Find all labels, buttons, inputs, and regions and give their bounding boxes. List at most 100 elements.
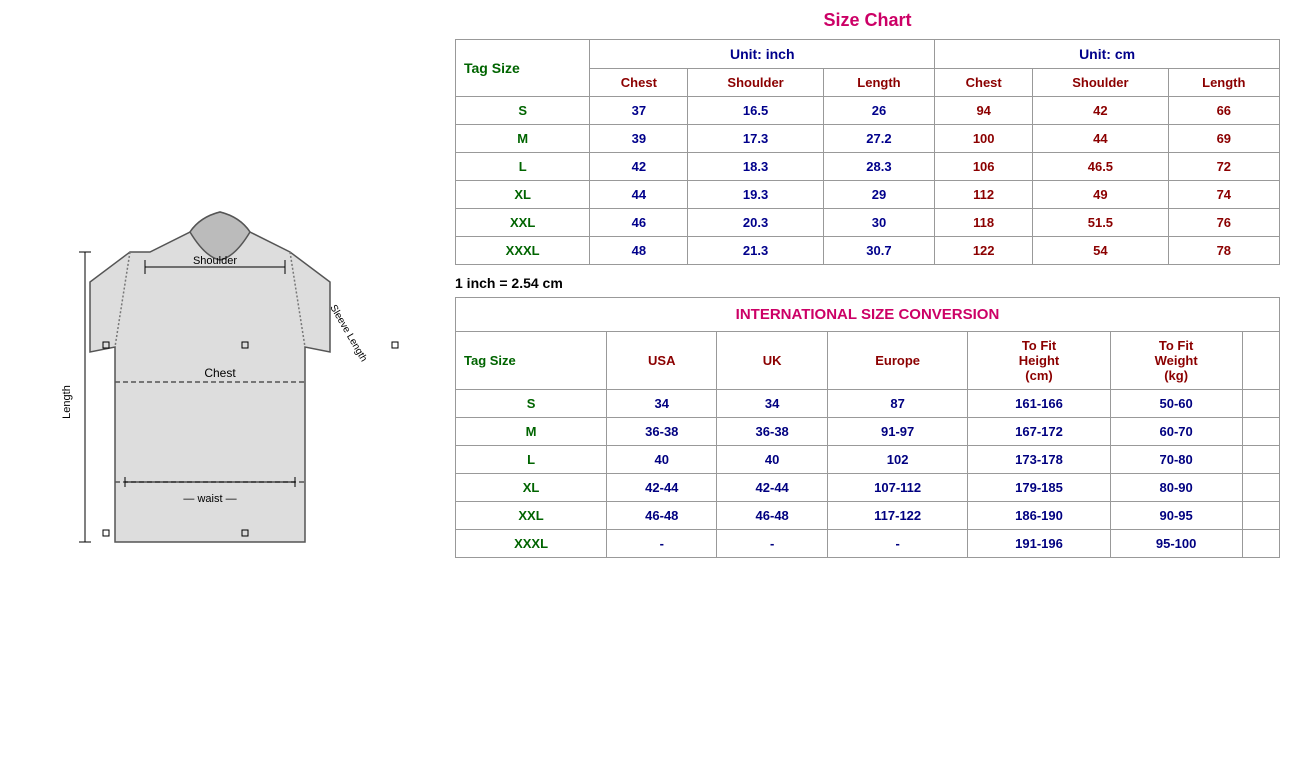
conv-uk-header: UK bbox=[717, 332, 827, 390]
conversion-row: XL 42-44 42-44 107-112 179-185 80-90 bbox=[456, 474, 1280, 502]
conv-height-cell: 191-196 bbox=[968, 530, 1110, 558]
shoulder-label: Shoulder bbox=[193, 255, 237, 267]
inch-length-cell: 30.7 bbox=[823, 237, 934, 265]
inch-shoulder-cell: 19.3 bbox=[688, 181, 823, 209]
inch-length-header: Length bbox=[823, 69, 934, 97]
size-chart-row: XXXL 48 21.3 30.7 122 54 78 bbox=[456, 237, 1280, 265]
conversion-row: S 34 34 87 161-166 50-60 bbox=[456, 390, 1280, 418]
conv-weight-cell: 70-80 bbox=[1110, 446, 1242, 474]
conv-europe-cell: 102 bbox=[827, 446, 968, 474]
conv-uk-cell: 36-38 bbox=[717, 418, 827, 446]
conv-weight-header: To FitWeight(kg) bbox=[1110, 332, 1242, 390]
cm-length-cell: 72 bbox=[1168, 153, 1279, 181]
conv-height-cell: 173-178 bbox=[968, 446, 1110, 474]
tag-size-cell: S bbox=[456, 97, 590, 125]
inch-shoulder-cell: 16.5 bbox=[688, 97, 823, 125]
inch-chest-cell: 48 bbox=[590, 237, 688, 265]
conv-weight-cell: 95-100 bbox=[1110, 530, 1242, 558]
inch-shoulder-cell: 21.3 bbox=[688, 237, 823, 265]
size-chart-row: L 42 18.3 28.3 106 46.5 72 bbox=[456, 153, 1280, 181]
conv-europe-header: Europe bbox=[827, 332, 968, 390]
conv-europe-cell: 91-97 bbox=[827, 418, 968, 446]
right-panel: Size Chart Tag Size Unit: inch Unit: cm … bbox=[440, 0, 1295, 578]
conv-tag-cell: M bbox=[456, 418, 607, 446]
inch-shoulder-header: Shoulder bbox=[688, 69, 823, 97]
size-chart-row: S 37 16.5 26 94 42 66 bbox=[456, 97, 1280, 125]
conv-tag-size-header: Tag Size bbox=[456, 332, 607, 390]
inch-shoulder-cell: 20.3 bbox=[688, 209, 823, 237]
inch-chest-cell: 39 bbox=[590, 125, 688, 153]
conv-usa-cell: 42-44 bbox=[607, 474, 717, 502]
conv-empty-cell bbox=[1242, 530, 1279, 558]
cm-length-cell: 78 bbox=[1168, 237, 1279, 265]
conversion-table: INTERNATIONAL SIZE CONVERSION Tag Size U… bbox=[455, 297, 1280, 558]
cm-chest-cell: 118 bbox=[935, 209, 1033, 237]
conv-uk-cell: 46-48 bbox=[717, 502, 827, 530]
conv-weight-cell: 80-90 bbox=[1110, 474, 1242, 502]
cm-length-cell: 69 bbox=[1168, 125, 1279, 153]
cm-chest-cell: 122 bbox=[935, 237, 1033, 265]
conv-empty-cell bbox=[1242, 446, 1279, 474]
unit-inch-header: Unit: inch bbox=[590, 40, 935, 69]
chest-label: Chest bbox=[204, 366, 236, 380]
cm-shoulder-header: Shoulder bbox=[1033, 69, 1168, 97]
sleeve-length-label: Sleeve Length bbox=[327, 303, 369, 364]
unit-cm-header: Unit: cm bbox=[935, 40, 1280, 69]
conv-tag-cell: XXL bbox=[456, 502, 607, 530]
inch-chest-header: Chest bbox=[590, 69, 688, 97]
cm-shoulder-cell: 44 bbox=[1033, 125, 1168, 153]
cm-shoulder-cell: 42 bbox=[1033, 97, 1168, 125]
conv-usa-header: USA bbox=[607, 332, 717, 390]
size-chart-title: Size Chart bbox=[455, 10, 1280, 31]
conversion-row: L 40 40 102 173-178 70-80 bbox=[456, 446, 1280, 474]
conv-europe-cell: - bbox=[827, 530, 968, 558]
inch-shoulder-cell: 18.3 bbox=[688, 153, 823, 181]
conv-usa-cell: 36-38 bbox=[607, 418, 717, 446]
conversion-row: XXXL - - - 191-196 95-100 bbox=[456, 530, 1280, 558]
inch-length-cell: 27.2 bbox=[823, 125, 934, 153]
conv-weight-cell: 90-95 bbox=[1110, 502, 1242, 530]
conv-weight-cell: 60-70 bbox=[1110, 418, 1242, 446]
inch-chest-cell: 42 bbox=[590, 153, 688, 181]
conv-uk-cell: - bbox=[717, 530, 827, 558]
conv-height-cell: 161-166 bbox=[968, 390, 1110, 418]
size-chart-table: Tag Size Unit: inch Unit: cm Chest Shoul… bbox=[455, 39, 1280, 265]
cm-chest-cell: 106 bbox=[935, 153, 1033, 181]
inch-length-cell: 29 bbox=[823, 181, 934, 209]
tshirt-diagram: Shoulder Sleeve Length Length Chest — wa… bbox=[35, 152, 405, 622]
conv-tag-cell: XXXL bbox=[456, 530, 607, 558]
conv-height-header: To FitHeight(cm) bbox=[968, 332, 1110, 390]
conv-height-cell: 186-190 bbox=[968, 502, 1110, 530]
inch-shoulder-cell: 17.3 bbox=[688, 125, 823, 153]
length-label: Length bbox=[61, 385, 73, 419]
conversion-title: INTERNATIONAL SIZE CONVERSION bbox=[456, 298, 1280, 332]
tag-size-cell: XXXL bbox=[456, 237, 590, 265]
conv-tag-cell: S bbox=[456, 390, 607, 418]
cm-length-cell: 76 bbox=[1168, 209, 1279, 237]
size-chart-row: XXL 46 20.3 30 118 51.5 76 bbox=[456, 209, 1280, 237]
conv-empty-cell bbox=[1242, 474, 1279, 502]
cm-chest-cell: 94 bbox=[935, 97, 1033, 125]
inch-length-cell: 30 bbox=[823, 209, 934, 237]
cm-chest-cell: 100 bbox=[935, 125, 1033, 153]
tag-size-cell: M bbox=[456, 125, 590, 153]
conv-empty-cell bbox=[1242, 418, 1279, 446]
conv-usa-cell: 46-48 bbox=[607, 502, 717, 530]
inch-length-cell: 26 bbox=[823, 97, 934, 125]
conv-europe-cell: 107-112 bbox=[827, 474, 968, 502]
conv-usa-cell: 40 bbox=[607, 446, 717, 474]
conv-tag-cell: L bbox=[456, 446, 607, 474]
conversion-row: M 36-38 36-38 91-97 167-172 60-70 bbox=[456, 418, 1280, 446]
conv-uk-cell: 42-44 bbox=[717, 474, 827, 502]
inch-length-cell: 28.3 bbox=[823, 153, 934, 181]
cm-shoulder-cell: 54 bbox=[1033, 237, 1168, 265]
cm-length-header: Length bbox=[1168, 69, 1279, 97]
conversion-note: 1 inch = 2.54 cm bbox=[455, 275, 1280, 291]
diagram-panel: Shoulder Sleeve Length Length Chest — wa… bbox=[0, 0, 440, 773]
conv-empty-cell bbox=[1242, 502, 1279, 530]
cm-shoulder-cell: 49 bbox=[1033, 181, 1168, 209]
conv-uk-cell: 40 bbox=[717, 446, 827, 474]
tag-size-cell: XL bbox=[456, 181, 590, 209]
cm-chest-header: Chest bbox=[935, 69, 1033, 97]
conv-usa-cell: - bbox=[607, 530, 717, 558]
